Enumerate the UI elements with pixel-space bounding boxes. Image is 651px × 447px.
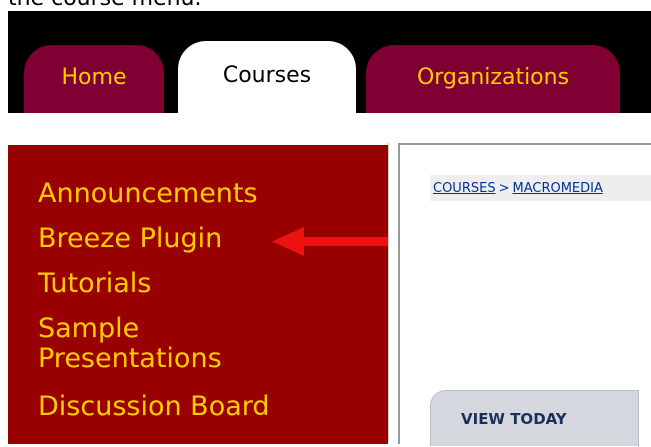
tab-home-label: Home	[61, 64, 127, 90]
menu-item-discussion-board[interactable]: Discussion Board	[38, 392, 270, 422]
caption-text: the course menu.	[8, 0, 201, 11]
menu-item-breeze-plugin[interactable]: Breeze Plugin	[38, 224, 222, 254]
course-menu: Announcements Breeze Plugin Tutorials Sa…	[8, 143, 388, 444]
content-frame: COURSES > MACROMEDIA VIEW TODAY	[398, 143, 651, 447]
breadcrumb-current-link[interactable]: MACROMEDIA	[512, 181, 602, 196]
view-today-tab[interactable]: VIEW TODAY	[430, 390, 647, 447]
tab-courses-label: Courses	[222, 62, 312, 88]
top-tab-bar: Home Courses Organizations	[8, 11, 651, 113]
tab-organizations[interactable]: Organizations	[366, 45, 620, 113]
view-today-label: VIEW TODAY	[461, 409, 567, 428]
breadcrumb-separator: >	[498, 180, 510, 196]
menu-item-tutorials[interactable]: Tutorials	[38, 269, 151, 299]
tab-courses[interactable]: Courses	[178, 41, 356, 113]
tab-home[interactable]: Home	[24, 45, 164, 113]
tab-spacer	[8, 113, 651, 143]
tab-organizations-label: Organizations	[416, 64, 570, 90]
menu-item-announcements[interactable]: Announcements	[38, 179, 258, 209]
menu-item-sample-presentations[interactable]: Sample Presentations	[38, 314, 298, 374]
breadcrumb-courses-link[interactable]: COURSES	[433, 181, 496, 196]
breadcrumb: COURSES > MACROMEDIA	[430, 175, 651, 201]
